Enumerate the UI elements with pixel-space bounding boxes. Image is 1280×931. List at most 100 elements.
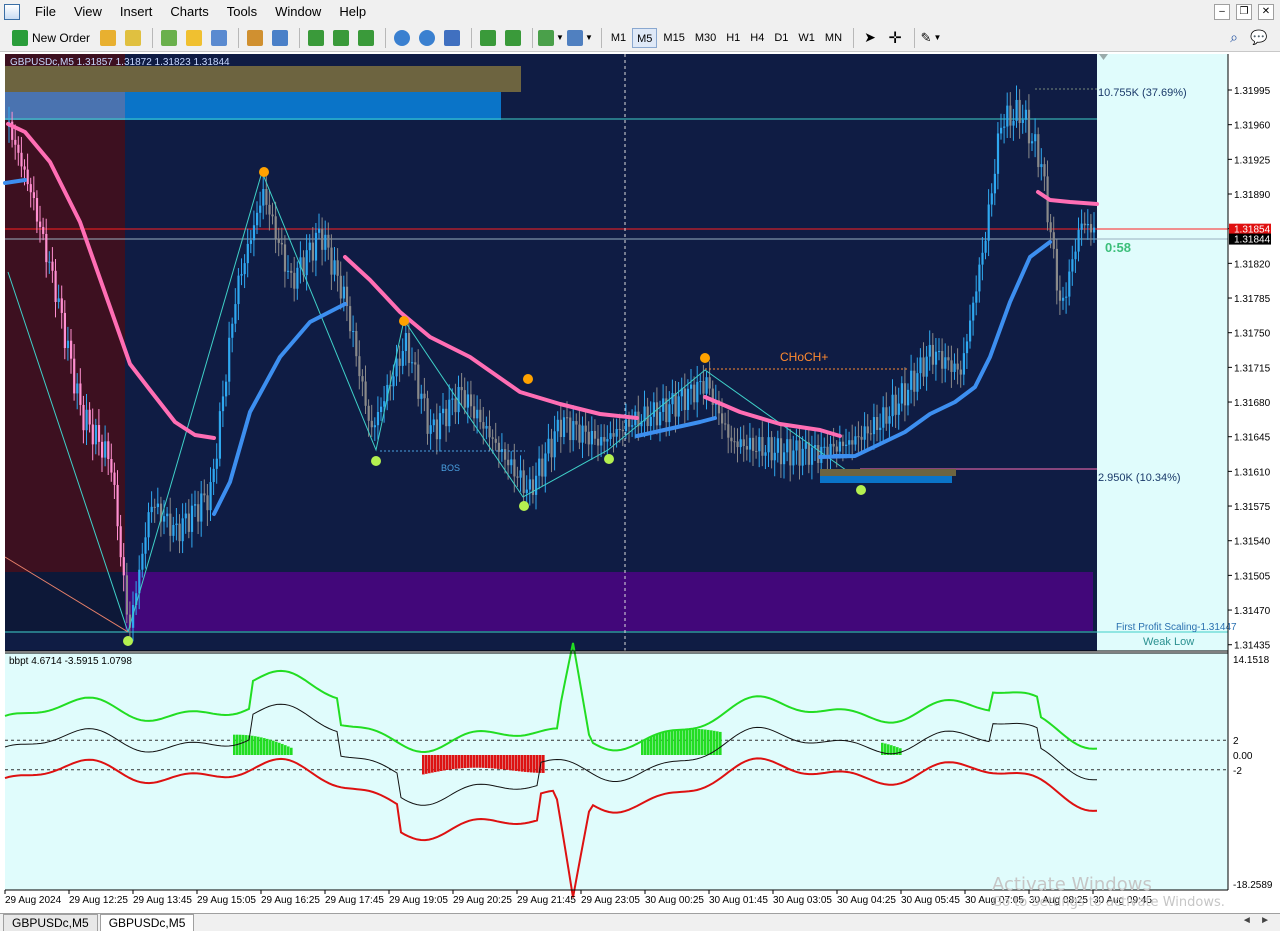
candle-body bbox=[101, 441, 104, 458]
osc-bar bbox=[494, 755, 497, 769]
toolbar-separator bbox=[299, 27, 301, 48]
menu-insert[interactable]: Insert bbox=[111, 0, 162, 24]
menu-charts[interactable]: Charts bbox=[161, 0, 217, 24]
experts-button[interactable] bbox=[122, 27, 144, 49]
candle-body bbox=[569, 417, 572, 441]
osc-bar bbox=[527, 755, 530, 773]
window-controls: – ❐ ✕ bbox=[1214, 4, 1274, 20]
new-order-label: New Order bbox=[32, 30, 91, 45]
search-button[interactable]: ⌕ bbox=[1223, 27, 1245, 49]
candle-body bbox=[705, 377, 708, 394]
timeframe-m15[interactable]: M15 bbox=[659, 28, 688, 48]
chart-window[interactable]: GBPUSDc,M5 1.31857 1.31872 1.31823 1.318… bbox=[0, 52, 1280, 913]
close-icon[interactable]: ✕ bbox=[1258, 4, 1274, 20]
templates-button[interactable]: ▼ bbox=[566, 27, 593, 49]
candle-body bbox=[996, 133, 1000, 174]
bar-chart-button[interactable] bbox=[305, 27, 327, 49]
candle-body bbox=[197, 504, 200, 522]
candle-body bbox=[1021, 119, 1024, 123]
menu-view[interactable]: View bbox=[65, 0, 111, 24]
candle-body bbox=[677, 396, 680, 417]
timeframe-m30[interactable]: M30 bbox=[691, 28, 720, 48]
zoom-out-button[interactable] bbox=[416, 27, 438, 49]
candle-body bbox=[200, 493, 203, 522]
minimize-icon[interactable]: – bbox=[1214, 4, 1230, 20]
tab-scroll[interactable]: ◄ ► bbox=[1242, 915, 1270, 926]
fullscreen-icon bbox=[272, 29, 289, 46]
osc-bar bbox=[278, 742, 281, 755]
timeframe-mn[interactable]: MN bbox=[821, 28, 846, 48]
candle-body bbox=[194, 504, 197, 506]
price-tick-label: 1.31505 bbox=[1234, 571, 1271, 582]
candle-body bbox=[42, 226, 45, 234]
zoom-in-button[interactable] bbox=[391, 27, 413, 49]
candle-body bbox=[792, 450, 795, 466]
chat-button[interactable]: 💬 bbox=[1248, 27, 1270, 49]
candle-body bbox=[752, 437, 755, 451]
candle-body bbox=[674, 393, 677, 417]
chevron-left-icon[interactable]: ◄ bbox=[1242, 915, 1252, 926]
right-shift-panel bbox=[1097, 54, 1228, 651]
time-tick-label: 29 Aug 2024 bbox=[5, 895, 62, 906]
new-chart-button[interactable] bbox=[158, 27, 180, 49]
timeframe-w1[interactable]: W1 bbox=[794, 28, 819, 48]
candle-body bbox=[324, 234, 327, 250]
candle-body bbox=[1058, 290, 1062, 301]
candle-body bbox=[256, 212, 259, 226]
menu-help[interactable]: Help bbox=[330, 0, 375, 24]
line-chart-button[interactable] bbox=[355, 27, 377, 49]
timeframe-m1[interactable]: M1 bbox=[607, 28, 630, 48]
chevron-down-icon: ▼ bbox=[584, 33, 593, 42]
timeframe-m5[interactable]: M5 bbox=[632, 27, 658, 48]
price-tick-label: 1.31610 bbox=[1234, 467, 1271, 478]
candle-body bbox=[810, 447, 814, 465]
new-order-button[interactable]: New Order bbox=[8, 27, 94, 49]
strategy-tester-button[interactable] bbox=[244, 27, 266, 49]
candle-body bbox=[603, 437, 606, 442]
candle-body bbox=[63, 312, 66, 349]
menu-file[interactable]: File bbox=[26, 0, 65, 24]
menu-window[interactable]: Window bbox=[266, 0, 330, 24]
candle-chart-button[interactable] bbox=[330, 27, 352, 49]
cursor-button[interactable]: ➤ bbox=[859, 27, 881, 49]
candle-body bbox=[733, 441, 736, 443]
candle-body bbox=[910, 370, 913, 390]
line-studies-icon: ✎ bbox=[920, 29, 932, 45]
timeframe-d1[interactable]: D1 bbox=[770, 28, 792, 48]
crosshair-button[interactable]: ✛ bbox=[884, 27, 906, 49]
line-studies-button[interactable]: ✎ ▼ bbox=[920, 27, 942, 49]
osc-bar bbox=[449, 755, 452, 770]
candle-body bbox=[66, 340, 70, 349]
candle-body bbox=[70, 340, 73, 359]
candle-body bbox=[240, 274, 243, 276]
candle-body bbox=[869, 433, 872, 435]
candle-body bbox=[655, 402, 659, 426]
indicator-tick-label: -2 bbox=[1233, 766, 1242, 777]
tab-chart-2[interactable]: GBPUSDc,M5 bbox=[99, 914, 195, 931]
market-watch-button[interactable] bbox=[97, 27, 119, 49]
candle-body bbox=[488, 425, 491, 438]
tile-windows-button[interactable] bbox=[441, 27, 463, 49]
osc-bar bbox=[467, 755, 470, 768]
candle-body bbox=[1031, 141, 1034, 144]
candle-body bbox=[770, 437, 773, 461]
timeframe-h1[interactable]: H1 bbox=[722, 28, 744, 48]
candle-body bbox=[953, 363, 956, 372]
indicators-button[interactable]: ▼ bbox=[538, 27, 564, 49]
tab-chart-1[interactable]: GBPUSDc,M5 bbox=[3, 914, 98, 931]
cursor-icon: ➤ bbox=[864, 29, 876, 45]
price-chart[interactable]: GBPUSDc,M5 1.31857 1.31872 1.31823 1.318… bbox=[0, 52, 1280, 913]
favorites-button[interactable] bbox=[183, 27, 205, 49]
menu-tools[interactable]: Tools bbox=[218, 0, 266, 24]
chevron-right-icon[interactable]: ► bbox=[1260, 915, 1270, 926]
fullscreen-button[interactable] bbox=[269, 27, 291, 49]
restore-icon[interactable]: ❐ bbox=[1236, 4, 1252, 20]
timeframe-h4[interactable]: H4 bbox=[746, 28, 768, 48]
candle-body bbox=[835, 446, 838, 452]
osc-bar bbox=[704, 729, 707, 755]
chart-shift-button[interactable] bbox=[502, 27, 524, 49]
candle-body bbox=[141, 553, 144, 570]
navigator-button[interactable] bbox=[208, 27, 230, 49]
autoscroll-button[interactable] bbox=[477, 27, 499, 49]
candle-body bbox=[398, 358, 401, 366]
